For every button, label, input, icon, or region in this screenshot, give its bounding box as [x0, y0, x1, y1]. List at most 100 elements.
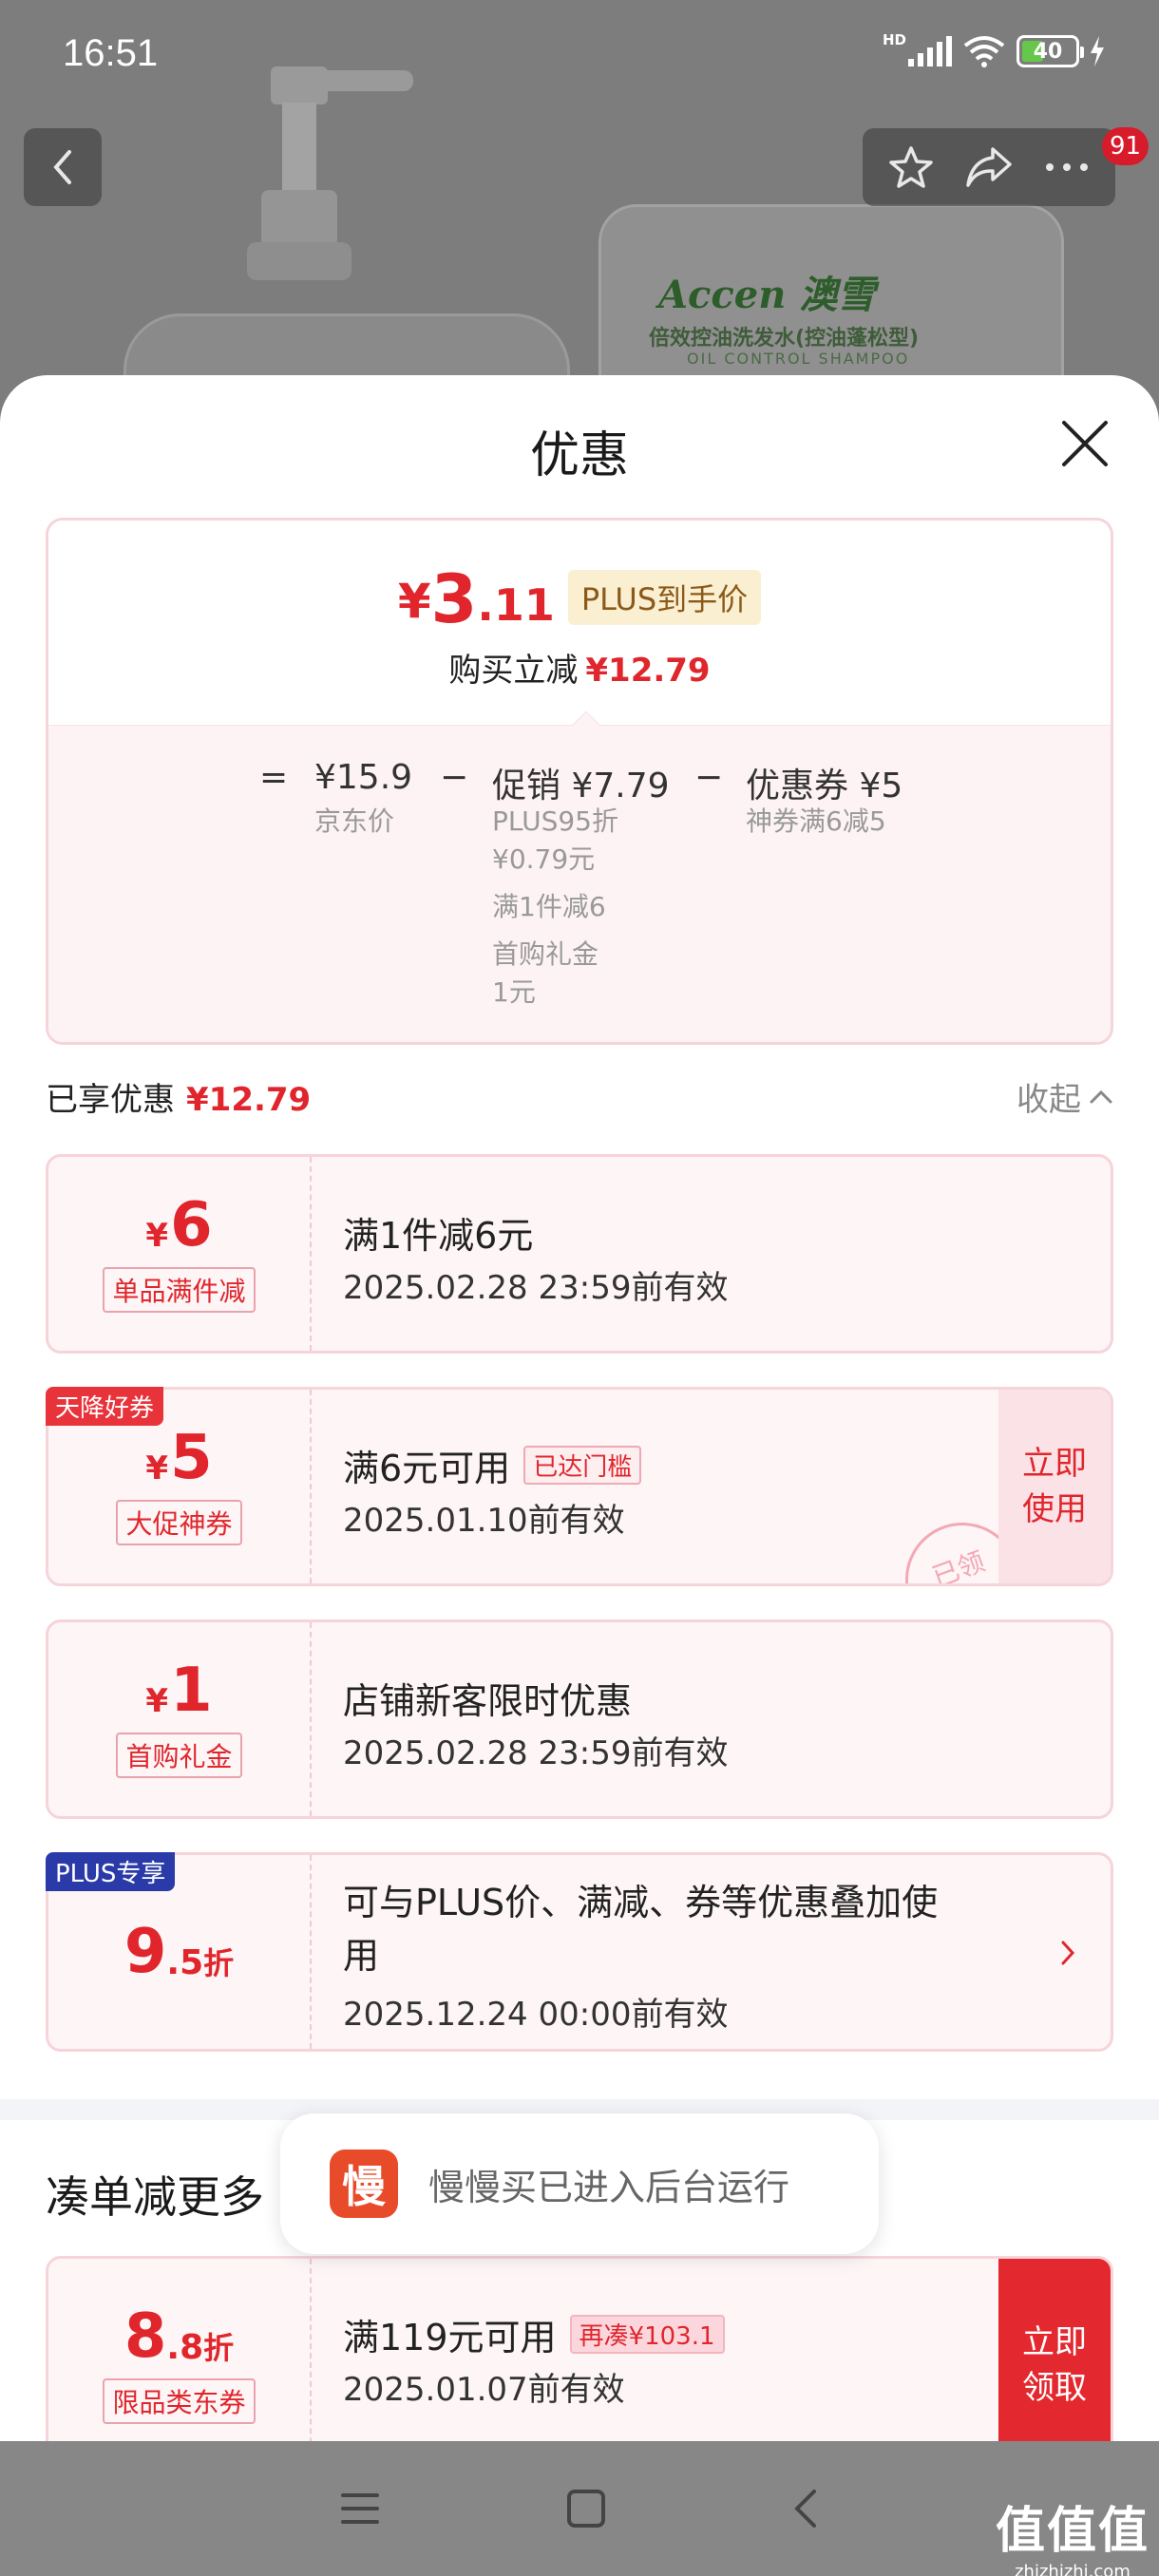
top-up-tag: 再凑¥103.1 — [569, 2315, 725, 2354]
coupon-currency: ¥ — [145, 1449, 169, 1487]
coupon-expiry: 2025.12.24 00:00前有效 — [343, 1996, 729, 2034]
coupon-divider — [310, 1390, 312, 1583]
enjoyed-value: ¥12.79 — [186, 1081, 312, 1119]
chevron-up-icon — [1090, 1089, 1112, 1103]
discount-integer: 8 — [124, 2301, 167, 2372]
watermark-main: 值值值 — [995, 2503, 1150, 2560]
favorite-star-icon[interactable] — [887, 143, 935, 191]
claim-now-button[interactable]: 立即 领取 — [998, 2259, 1111, 2441]
sheet-title: 优惠 — [529, 427, 629, 484]
summary-top: ¥ 3 .11 PLUS到手价 购买立减 ¥12.79 — [48, 521, 1111, 725]
instant-discount-label: 购买立减 — [448, 652, 579, 690]
charging-icon — [1091, 36, 1104, 66]
coupon-value: ¥6 — [145, 1195, 212, 1256]
coupon-expiry: 2025.02.28 23:59前有效 — [343, 1269, 729, 1307]
back-button[interactable] — [24, 128, 102, 206]
jd-price-label: 京东价 — [314, 805, 395, 837]
coupon-value-block: ¥6 单品满件减 — [48, 1157, 310, 1351]
coupon-divider — [310, 1157, 312, 1351]
promo-detail-5: 1元 — [492, 976, 536, 1008]
final-price-currency: ¥ — [397, 574, 431, 629]
battery-level: 40 — [1033, 39, 1063, 64]
coupon-title: 可与PLUS价、满减、券等优惠叠加使 用 — [343, 1876, 938, 1982]
discount-decimal: .8 — [166, 2328, 204, 2367]
use-now-line-1: 立即 — [1022, 1445, 1087, 1483]
wifi-icon — [963, 36, 1005, 67]
promo-detail-3: 满1件减6 — [492, 891, 606, 922]
enjoyed-label: 已享优惠 — [46, 1081, 175, 1119]
minus-sign-1: − — [440, 758, 469, 797]
coupon-title-text: 店铺新客限时优惠 — [343, 1680, 633, 1722]
coupon-title-text: 满6元可用 — [343, 1448, 511, 1489]
share-icon[interactable] — [964, 145, 1014, 189]
chevron-right-icon — [1061, 1941, 1075, 1965]
coupon-expiry: 2025.01.07前有效 — [343, 2371, 625, 2409]
hd-indicator: HD — [882, 31, 906, 48]
coupon-divider — [310, 1622, 312, 1816]
top-action-group — [863, 128, 1115, 206]
more-options-icon[interactable] — [1043, 161, 1091, 174]
coupon-currency: ¥ — [145, 1217, 169, 1255]
toast-message: 慢慢买已进入后台运行 — [428, 2166, 790, 2208]
coupon-value: 8.8 折 — [124, 2306, 234, 2367]
coupon-detail: 神券满6减5 — [746, 805, 886, 837]
coupon-amount-number: 1 — [170, 1656, 213, 1726]
promo-detail-1: PLUS95折 — [492, 805, 618, 837]
notification-badge: 91 — [1102, 127, 1150, 165]
bottle-product-en: OIL CONTROL SHAMPOO — [687, 350, 910, 368]
coupon-title: 店铺新客限时优惠 — [343, 1672, 632, 1724]
jd-price: ¥15.9 — [314, 758, 413, 797]
coupon-expiry: 2025.02.28 23:59前有效 — [343, 1734, 729, 1772]
claim-now-line-2: 领取 — [1022, 2369, 1087, 2407]
coupon-title-text: 满1件减6元 — [343, 1215, 534, 1257]
enjoyed-discount: 已享优惠 ¥12.79 — [46, 1073, 311, 1120]
coupon-card-category: 8.8 折 限品类东券 满119元可用 再凑¥103.1 2025.01.07前有… — [46, 2256, 1113, 2441]
battery-icon: 40 — [1016, 35, 1084, 67]
coupon-amount: 优惠券 ¥5 — [746, 767, 903, 805]
discount-integer: 9 — [124, 1917, 167, 1987]
chevron-left-icon — [53, 150, 71, 184]
use-now-button[interactable]: 立即 使用 — [998, 1390, 1111, 1583]
instant-discount-row: 购买立减 ¥12.79 — [48, 644, 1111, 691]
corner-tag-plus: PLUS专享 — [46, 1852, 176, 1891]
coupon-type-label: 限品类东券 — [103, 2378, 256, 2424]
equals-sign: = — [259, 758, 289, 797]
recent-apps-icon[interactable] — [339, 2490, 381, 2528]
back-nav-icon[interactable] — [791, 2488, 820, 2529]
instant-discount-value: ¥12.79 — [585, 652, 711, 690]
app-logo-icon: 慢 — [330, 2150, 398, 2218]
status-icons: HD 40 — [882, 31, 1106, 68]
minus-sign-2: − — [694, 758, 724, 797]
coupon-title-line-1: 可与PLUS价、满减、券等优惠叠加使 — [343, 1882, 939, 1923]
coupon-value-block: ¥1 首购礼金 — [48, 1622, 310, 1816]
watermark-sub: zhizhizhi.com — [1015, 2562, 1130, 2576]
coupon-title-line-2: 用 — [343, 1935, 380, 1977]
home-icon[interactable] — [565, 2488, 607, 2529]
coupon-currency: ¥ — [145, 1682, 169, 1720]
coupon-amount-number: 6 — [170, 1190, 213, 1260]
close-icon[interactable] — [1056, 415, 1113, 472]
coupon-title: 满119元可用 再凑¥103.1 — [343, 2308, 725, 2360]
coupon-title-text: 满119元可用 — [343, 2317, 557, 2358]
watermark: 值值值 zhizhizhi.com — [996, 2491, 1150, 2576]
use-now-line-2: 使用 — [1022, 1490, 1087, 1528]
discount-decimal: .5 — [166, 1943, 204, 1982]
coupon-value: ¥1 — [145, 1660, 212, 1721]
more-savings-title: 凑单减更多 — [46, 2171, 264, 2223]
promo-detail-2: ¥0.79元 — [492, 843, 596, 875]
promo-detail-4: 首购礼金 — [492, 938, 599, 970]
plus-price-tag: PLUS到手价 — [567, 570, 762, 625]
coupon-value-block: 8.8 折 限品类东券 — [48, 2259, 310, 2441]
coupon-title: 满1件减6元 — [343, 1206, 533, 1259]
final-price-integer: 3 — [430, 560, 478, 638]
threshold-reached-tag: 已达门槛 — [523, 1446, 642, 1485]
coupon-card-promo: ¥5 大促神券 满6元可用 已达门槛 2025.01.10前有效 已领 立即 使… — [46, 1387, 1113, 1586]
coupon-card-plus[interactable]: 9.5 折 可与PLUS价、满减、券等优惠叠加使 用 2025.12.24 00:… — [46, 1852, 1113, 2052]
status-bar: 16:51 HD 40 — [0, 0, 1159, 110]
status-time: 16:51 — [63, 32, 159, 74]
coupon-card-full-reduction: ¥6 单品满件减 满1件减6元 2025.02.28 23:59前有效 — [46, 1154, 1113, 1354]
coupon-value: ¥5 — [145, 1428, 212, 1488]
collapse-toggle[interactable]: 收起 — [1016, 1073, 1113, 1120]
background-running-toast: 慢 慢慢买已进入后台运行 — [280, 2113, 879, 2254]
final-price-decimal: .11 — [477, 579, 555, 631]
